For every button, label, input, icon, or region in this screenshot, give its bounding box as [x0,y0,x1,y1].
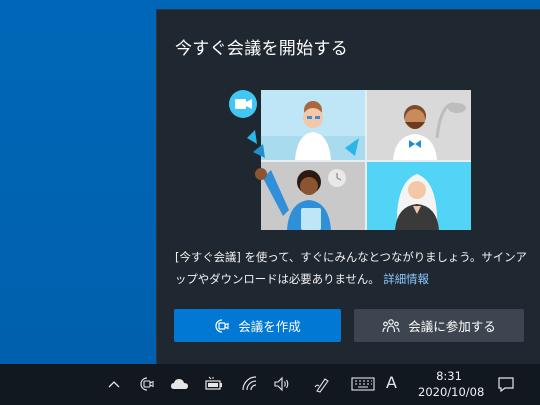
meet-now-icon[interactable] [137,374,157,394]
clock[interactable]: 8:31 2020/10/08 [418,368,485,400]
meeting-illustration [229,90,471,230]
description-text: [今すぐ会議] を使って、すぐにみんなとつながりましょう。サインアップやダウンロ… [175,250,527,286]
wifi-icon[interactable] [240,374,260,394]
create-meeting-button[interactable]: 会議を作成 [174,309,341,342]
meet-now-icon [215,318,229,333]
create-meeting-label: 会議を作成 [238,319,301,334]
volume-icon[interactable] [272,374,292,394]
flyout-title: 今すぐ会議を開始する [175,39,348,59]
learn-more-link[interactable]: 詳細情報 [383,272,429,286]
clock-date: 2020/10/08 [418,385,485,399]
pen-icon[interactable] [312,374,332,394]
onedrive-icon[interactable] [170,374,190,394]
action-center-icon[interactable] [494,372,518,396]
battery-icon[interactable] [204,374,224,394]
join-meeting-label: 会議に参加する [408,319,496,334]
meet-now-flyout: 今すぐ会議を開始する [今すぐ会議] を使って、すぐにみんなとつながりましょう。… [156,9,540,364]
flyout-description: [今すぐ会議] を使って、すぐにみんなとつながりましょう。サインアップやダウンロ… [175,246,531,290]
people-icon [382,318,400,332]
keyboard-icon[interactable] [350,374,376,394]
clock-time: 8:31 [436,369,462,383]
video-camera-icon [229,90,257,118]
ime-mode-indicator[interactable]: A [386,373,397,392]
taskbar: A 8:31 2020/10/08 [0,364,540,405]
chevron-up-icon[interactable] [104,374,124,394]
join-meeting-button[interactable]: 会議に参加する [354,309,524,342]
